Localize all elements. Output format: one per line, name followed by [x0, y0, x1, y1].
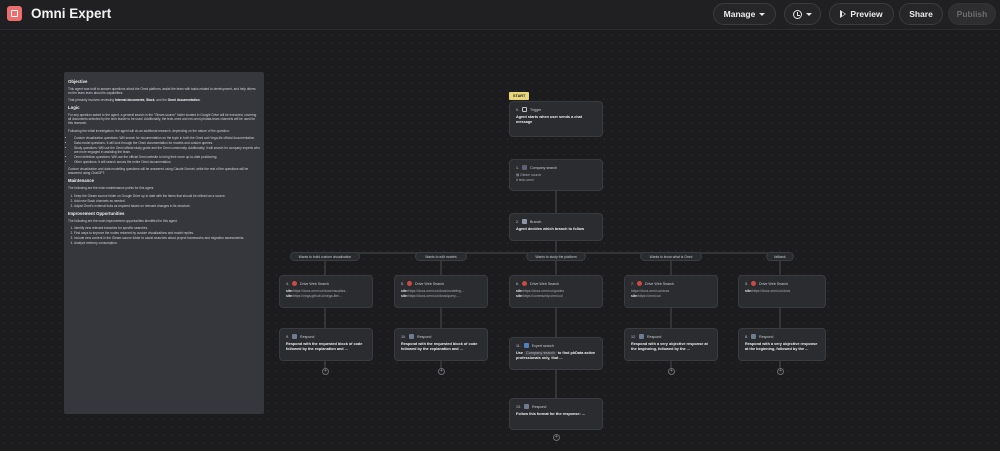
- add-step-button[interactable]: +: [553, 434, 560, 441]
- node-header: 8. Respond: [745, 334, 774, 339]
- node-header: 12. Respond: [631, 334, 662, 339]
- node-body: Agent decides which branch to follow: [516, 227, 585, 231]
- node-header: 4. Drive Web Search: [286, 281, 330, 286]
- node-header: 11. Expert search: [516, 343, 554, 348]
- node-body: Respond with a very objective response a…: [745, 342, 818, 351]
- node-header: 2. Branch: [516, 219, 542, 224]
- node-header: 13. Respond: [516, 404, 547, 409]
- web-search-icon: [522, 281, 527, 286]
- share-button[interactable]: Share: [899, 3, 943, 25]
- company-search-node[interactable]: 1. Company search ▤ Gleam source # tech-…: [509, 159, 603, 191]
- node-body: Agent starts when user sends a chat mess…: [516, 115, 583, 124]
- node-header: 5. Drive Web Search: [401, 281, 445, 286]
- publish-button[interactable]: Publish: [948, 3, 996, 25]
- edge-label-what-is-omni[interactable]: Wants to know what is Omni: [640, 252, 702, 261]
- node-header: 0. Trigger: [516, 107, 542, 112]
- browse-node-3[interactable]: 3. Drive Web Search site:https://docs.omn…: [738, 275, 826, 308]
- trigger-icon: [522, 107, 527, 112]
- chevron-down-icon: [806, 12, 812, 16]
- node-header: 6. Drive Web Search: [516, 281, 560, 286]
- node-type: Company search: [530, 165, 558, 170]
- branch-node[interactable]: 2. Branch Agent decides which branch to …: [509, 213, 603, 241]
- respond-node-12[interactable]: 12. Respond Respond with a very objective…: [624, 328, 718, 361]
- web-search-icon: [292, 281, 297, 286]
- web-search-icon: [751, 281, 756, 286]
- node-header: 7. Drive Web Search: [631, 281, 675, 286]
- node-body: Respond with a very objective response a…: [631, 342, 708, 351]
- node-body: Use Company search to find phData active…: [516, 351, 596, 360]
- node-header: 1. Company search: [516, 165, 558, 170]
- expert-search-icon: [523, 343, 529, 348]
- node-body: Respond with the requested block of code…: [286, 342, 363, 351]
- app-logo-icon: [7, 6, 22, 21]
- app-root: Omni Expert Manage Preview Share Publish…: [0, 0, 1000, 451]
- preview-button[interactable]: Preview: [829, 3, 894, 25]
- preview-label: Preview: [850, 9, 883, 19]
- edge-label-edit-models[interactable]: Wants to edit models: [415, 252, 467, 261]
- node-site-2: site:https://omni.co/: [631, 293, 661, 298]
- app-title: Omni Expert: [31, 6, 112, 21]
- top-bar: Omni Expert Manage Preview Share Publish: [0, 0, 1000, 30]
- node-site-2: site:https://vega.github.io/vega-lite/..…: [286, 293, 342, 298]
- manage-button[interactable]: Manage: [713, 3, 776, 25]
- start-badge: START: [509, 92, 530, 100]
- history-button[interactable]: [784, 3, 821, 25]
- play-icon: [840, 10, 847, 18]
- add-step-button[interactable]: +: [777, 368, 784, 375]
- trigger-node[interactable]: 0. Trigger Agent starts when user sends …: [509, 101, 603, 137]
- edge-label-study[interactable]: Wants to study the platform: [526, 252, 586, 261]
- browse-node-7[interactable]: 7. Drive Web Search https://docs.omni.co/…: [624, 275, 718, 308]
- node-body: Respond with the requested block of code…: [401, 342, 478, 351]
- node-site-2: site:https://docs.omni.co/docs/query-...: [401, 293, 460, 298]
- respond-icon: [409, 334, 414, 339]
- respond-icon: [751, 334, 756, 339]
- share-label: Share: [909, 9, 933, 19]
- respond-node-8[interactable]: 8. Respond Respond with a very objective …: [738, 328, 826, 361]
- edge-label-fallback[interactable]: fallback: [766, 252, 794, 261]
- expert-search-node-11[interactable]: 11. Expert search Use Company search to f…: [509, 337, 603, 370]
- respond-node-9[interactable]: 9. Respond Respond with the requested blo…: [279, 328, 373, 361]
- edge-label-custom-viz[interactable]: Wants to build custom visualization: [290, 252, 360, 261]
- node-header: 9. Respond: [286, 334, 315, 339]
- chevron-down-icon: [759, 12, 766, 16]
- clock-icon: [793, 9, 802, 19]
- respond-node-10[interactable]: 10. Respond Respond with the requested bl…: [394, 328, 488, 361]
- respond-icon: [639, 334, 644, 339]
- add-step-button[interactable]: +: [322, 368, 329, 375]
- add-step-button[interactable]: +: [438, 368, 445, 375]
- respond-node-13[interactable]: 13. Respond Follow this format for the re…: [509, 398, 603, 430]
- node-type: Trigger: [530, 107, 542, 112]
- add-step-button[interactable]: +: [668, 368, 675, 375]
- company-search-icon: [522, 165, 527, 170]
- browse-node-5[interactable]: 5. Drive Web Search site:https://docs.omn…: [394, 275, 488, 308]
- flow-canvas[interactable]: Objective This agent was built to answer…: [0, 31, 1000, 451]
- flow-connectors: [324, 160, 781, 398]
- web-search-icon: [637, 281, 642, 286]
- node-type: Branch: [530, 219, 542, 224]
- node-site-1: site:https://docs.omni.co/docs: [745, 289, 791, 293]
- browse-node-6[interactable]: 6. Drive Web Search site:https://docs.omn…: [509, 275, 603, 308]
- browse-node-4[interactable]: 4. Drive Web Search site:https://docs.omn…: [279, 275, 373, 308]
- publish-label: Publish: [956, 9, 988, 19]
- manage-label: Manage: [723, 9, 756, 19]
- web-search-icon: [407, 281, 412, 286]
- node-site-2: site:https://community.omni.co/: [516, 293, 564, 298]
- respond-icon: [524, 404, 529, 409]
- respond-icon: [292, 334, 297, 339]
- node-source-channel: # tech-omni: [516, 177, 534, 182]
- node-header: 10. Respond: [401, 334, 432, 339]
- node-body: Follow this format for the response: ...: [516, 412, 585, 416]
- branch-icon: [522, 219, 527, 224]
- node-header: 3. Drive Web Search: [745, 281, 789, 286]
